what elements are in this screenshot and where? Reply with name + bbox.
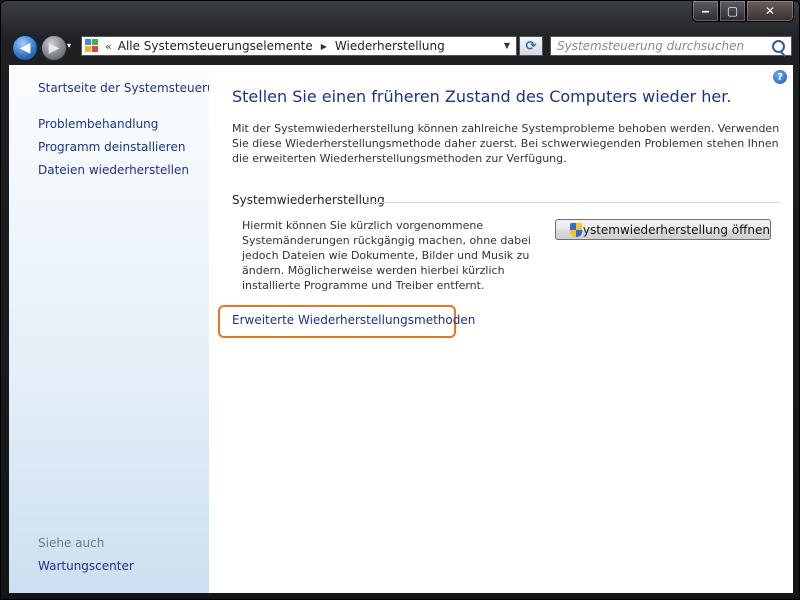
forward-button[interactable]: ▶ [41, 35, 67, 61]
breadcrumb-all-items[interactable]: Alle Systemsteuerungselemente [118, 39, 313, 53]
breadcrumb-separator-icon[interactable]: ▶ [321, 42, 327, 51]
forward-arrow-icon: ▶ [48, 40, 60, 56]
sidebar-link-home[interactable]: Startseite der Systemsteuerung [38, 81, 230, 95]
minimize-button[interactable]: ‒ [692, 1, 719, 22]
section-title: Systemwiederherstellung [232, 193, 385, 207]
maximize-button[interactable]: ▢ [719, 1, 746, 22]
refresh-icon: ⟳ [525, 38, 537, 54]
open-system-restore-button[interactable]: Systemwiederherstellung öffnen [555, 219, 771, 240]
uac-shield-icon [570, 222, 582, 237]
back-button[interactable]: ◀ [12, 35, 38, 61]
control-panel-icon [85, 39, 101, 53]
search-box[interactable] [550, 36, 792, 56]
address-overflow-icon[interactable]: « [105, 40, 112, 53]
help-icon[interactable]: ? [773, 70, 787, 84]
page-title: Stellen Sie einen früheren Zustand des C… [232, 87, 732, 106]
address-dropdown-icon[interactable]: ▼ [504, 41, 510, 50]
section-description: Hiermit können Sie kürzlich vorgenommene… [242, 219, 531, 292]
sidebar-link-troubleshooting[interactable]: Problembehandlung [38, 117, 158, 131]
open-system-restore-label: Systemwiederherstellung öffnen [575, 222, 770, 237]
sidebar: Startseite der Systemsteuerung Problembe… [9, 65, 230, 593]
address-bar[interactable]: « Alle Systemsteuerungselemente ▶ Wieder… [81, 36, 517, 56]
search-icon[interactable] [772, 40, 785, 53]
sidebar-see-also-heading: Siehe auch [38, 536, 105, 550]
sidebar-link-uninstall[interactable]: Programm deinstallieren [38, 140, 185, 154]
control-panel-window: ‒ ▢ ✕ ◀ ▶ ▾ « Alle Systemsteuerungseleme… [0, 0, 800, 600]
intro-text: Mit der Systemwiederherstellung können z… [232, 122, 780, 165]
close-button[interactable]: ✕ [746, 1, 794, 22]
breadcrumb-recovery[interactable]: Wiederherstellung [335, 39, 445, 53]
caption-buttons: ‒ ▢ ✕ [692, 1, 794, 22]
sidebar-link-action-center[interactable]: Wartungscenter [38, 559, 134, 573]
sidebar-link-restore-files[interactable]: Dateien wiederherstellen [38, 163, 189, 177]
search-input[interactable] [557, 39, 767, 53]
recent-pages-dropdown[interactable]: ▾ [67, 41, 71, 50]
main-content: ? Stellen Sie einen früheren Zustand des… [209, 65, 793, 593]
advanced-recovery-link[interactable]: Erweiterte Wiederherstellungsmethoden [232, 313, 475, 327]
back-arrow-icon: ◀ [19, 40, 31, 56]
refresh-button[interactable]: ⟳ [519, 36, 543, 56]
section-divider [367, 202, 780, 203]
